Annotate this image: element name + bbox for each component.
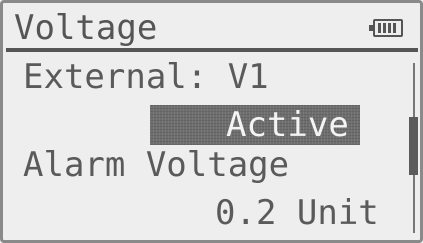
title-bar: Voltage [6,6,418,52]
scrollbar-thumb[interactable] [409,117,418,175]
battery-icon [369,19,403,37]
alarm-voltage-label: Alarm Voltage [23,145,290,185]
lcd-screen: Voltage External: V1 Active Alarm Voltag… [0,0,423,243]
external-status-value: Active [226,105,349,145]
page-title: Voltage [14,8,158,48]
external-label: External: V1 [23,57,269,97]
external-status-selector[interactable]: Active [150,105,360,145]
alarm-voltage-value[interactable]: 0.2 Unit [215,193,379,233]
battery-level-bars [378,23,398,33]
